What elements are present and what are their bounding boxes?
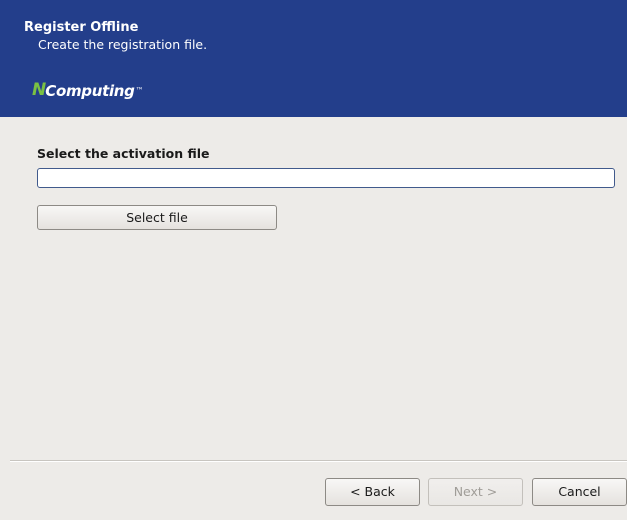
logo-n-mark: N: [32, 80, 46, 100]
activation-file-input[interactable]: [37, 168, 615, 188]
dialog-header: Register Offline Create the registration…: [0, 0, 627, 117]
logo-trademark: ™: [135, 86, 144, 95]
logo-wordmark: Computing: [45, 82, 135, 100]
cancel-button[interactable]: Cancel: [532, 478, 627, 506]
dialog-subtitle: Create the registration file.: [38, 37, 208, 52]
next-button[interactable]: Next >: [428, 478, 523, 506]
dialog-title: Register Offline: [24, 20, 139, 35]
register-offline-dialog: Register Offline Create the registration…: [0, 0, 627, 520]
activation-file-label: Select the activation file: [37, 146, 210, 161]
select-file-button[interactable]: Select file: [37, 205, 277, 230]
ncomputing-logo: N Computing ™: [32, 80, 144, 100]
back-button[interactable]: < Back: [325, 478, 420, 506]
